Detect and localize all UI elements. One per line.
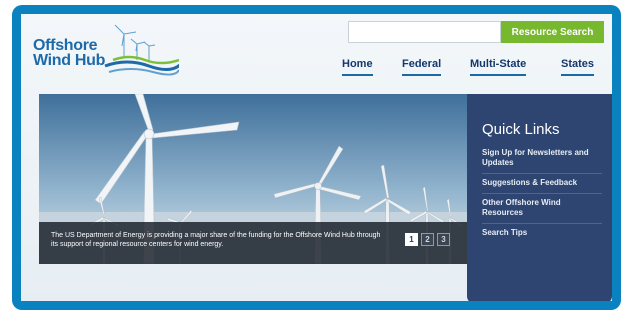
- quick-link-suggestions-feedback[interactable]: Suggestions & Feedback: [482, 174, 602, 194]
- quick-link-other-resources[interactable]: Other Offshore Wind Resources: [482, 194, 602, 224]
- slide-page-2-button[interactable]: 2: [421, 233, 434, 246]
- nav-states[interactable]: States: [561, 56, 595, 76]
- caption-bar: The US Department of Energy is providing…: [39, 222, 471, 264]
- nav-multi-state[interactable]: Multi-State: [470, 56, 527, 76]
- nav-home[interactable]: Home: [342, 56, 373, 76]
- quick-link-search-tips[interactable]: Search Tips: [482, 224, 602, 243]
- logo-text-line2: Wind Hub: [33, 52, 106, 69]
- logo[interactable]: Offshore Wind Hub: [29, 20, 179, 80]
- quick-links-panel: Quick Links Sign Up for Newsletters and …: [467, 94, 612, 301]
- search-input[interactable]: [348, 21, 501, 43]
- nav-federal[interactable]: Federal: [402, 56, 442, 76]
- slide-page-3-button[interactable]: 3: [437, 233, 450, 246]
- slideshow-pager: 1 2 3: [405, 233, 450, 246]
- page: Offshore Wind Hub Resource Search Home F…: [21, 14, 612, 301]
- quick-link-newsletter-signup[interactable]: Sign Up for Newsletters and Updates: [482, 144, 602, 174]
- hero-slideshow: The US Department of Energy is providing…: [39, 94, 471, 264]
- hero-caption: The US Department of Energy is providing…: [51, 232, 381, 248]
- quick-links-title: Quick Links: [482, 121, 560, 138]
- slide-page-1-button[interactable]: 1: [405, 233, 418, 246]
- quick-links-list: Sign Up for Newsletters and Updates Sugg…: [482, 144, 602, 243]
- resource-search-button[interactable]: Resource Search: [501, 21, 604, 43]
